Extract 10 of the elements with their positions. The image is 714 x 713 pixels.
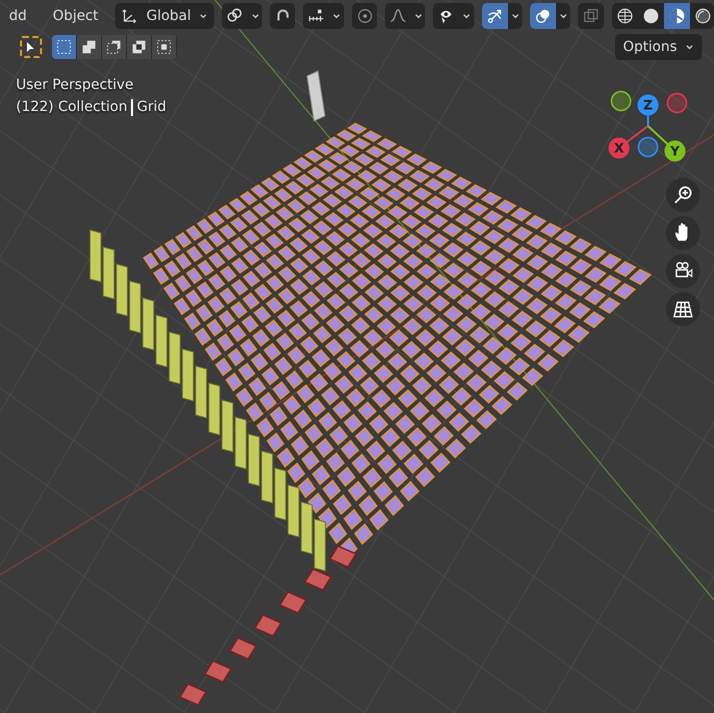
menu-item[interactable]: dd xyxy=(0,3,36,29)
options-dropdown[interactable]: Options xyxy=(614,34,702,60)
axis-handle[interactable]: Z xyxy=(638,94,658,116)
axis-handle[interactable]: X xyxy=(608,138,630,158)
object-name: Grid xyxy=(136,98,166,117)
frame-collection-label: (122) Collection xyxy=(16,98,128,117)
view-name: User Perspective xyxy=(16,76,134,95)
menu-item[interactable]: Object xyxy=(44,3,108,29)
orientation-dropdown[interactable]: Global xyxy=(115,3,214,29)
axis-handle[interactable]: Y xyxy=(664,140,686,162)
